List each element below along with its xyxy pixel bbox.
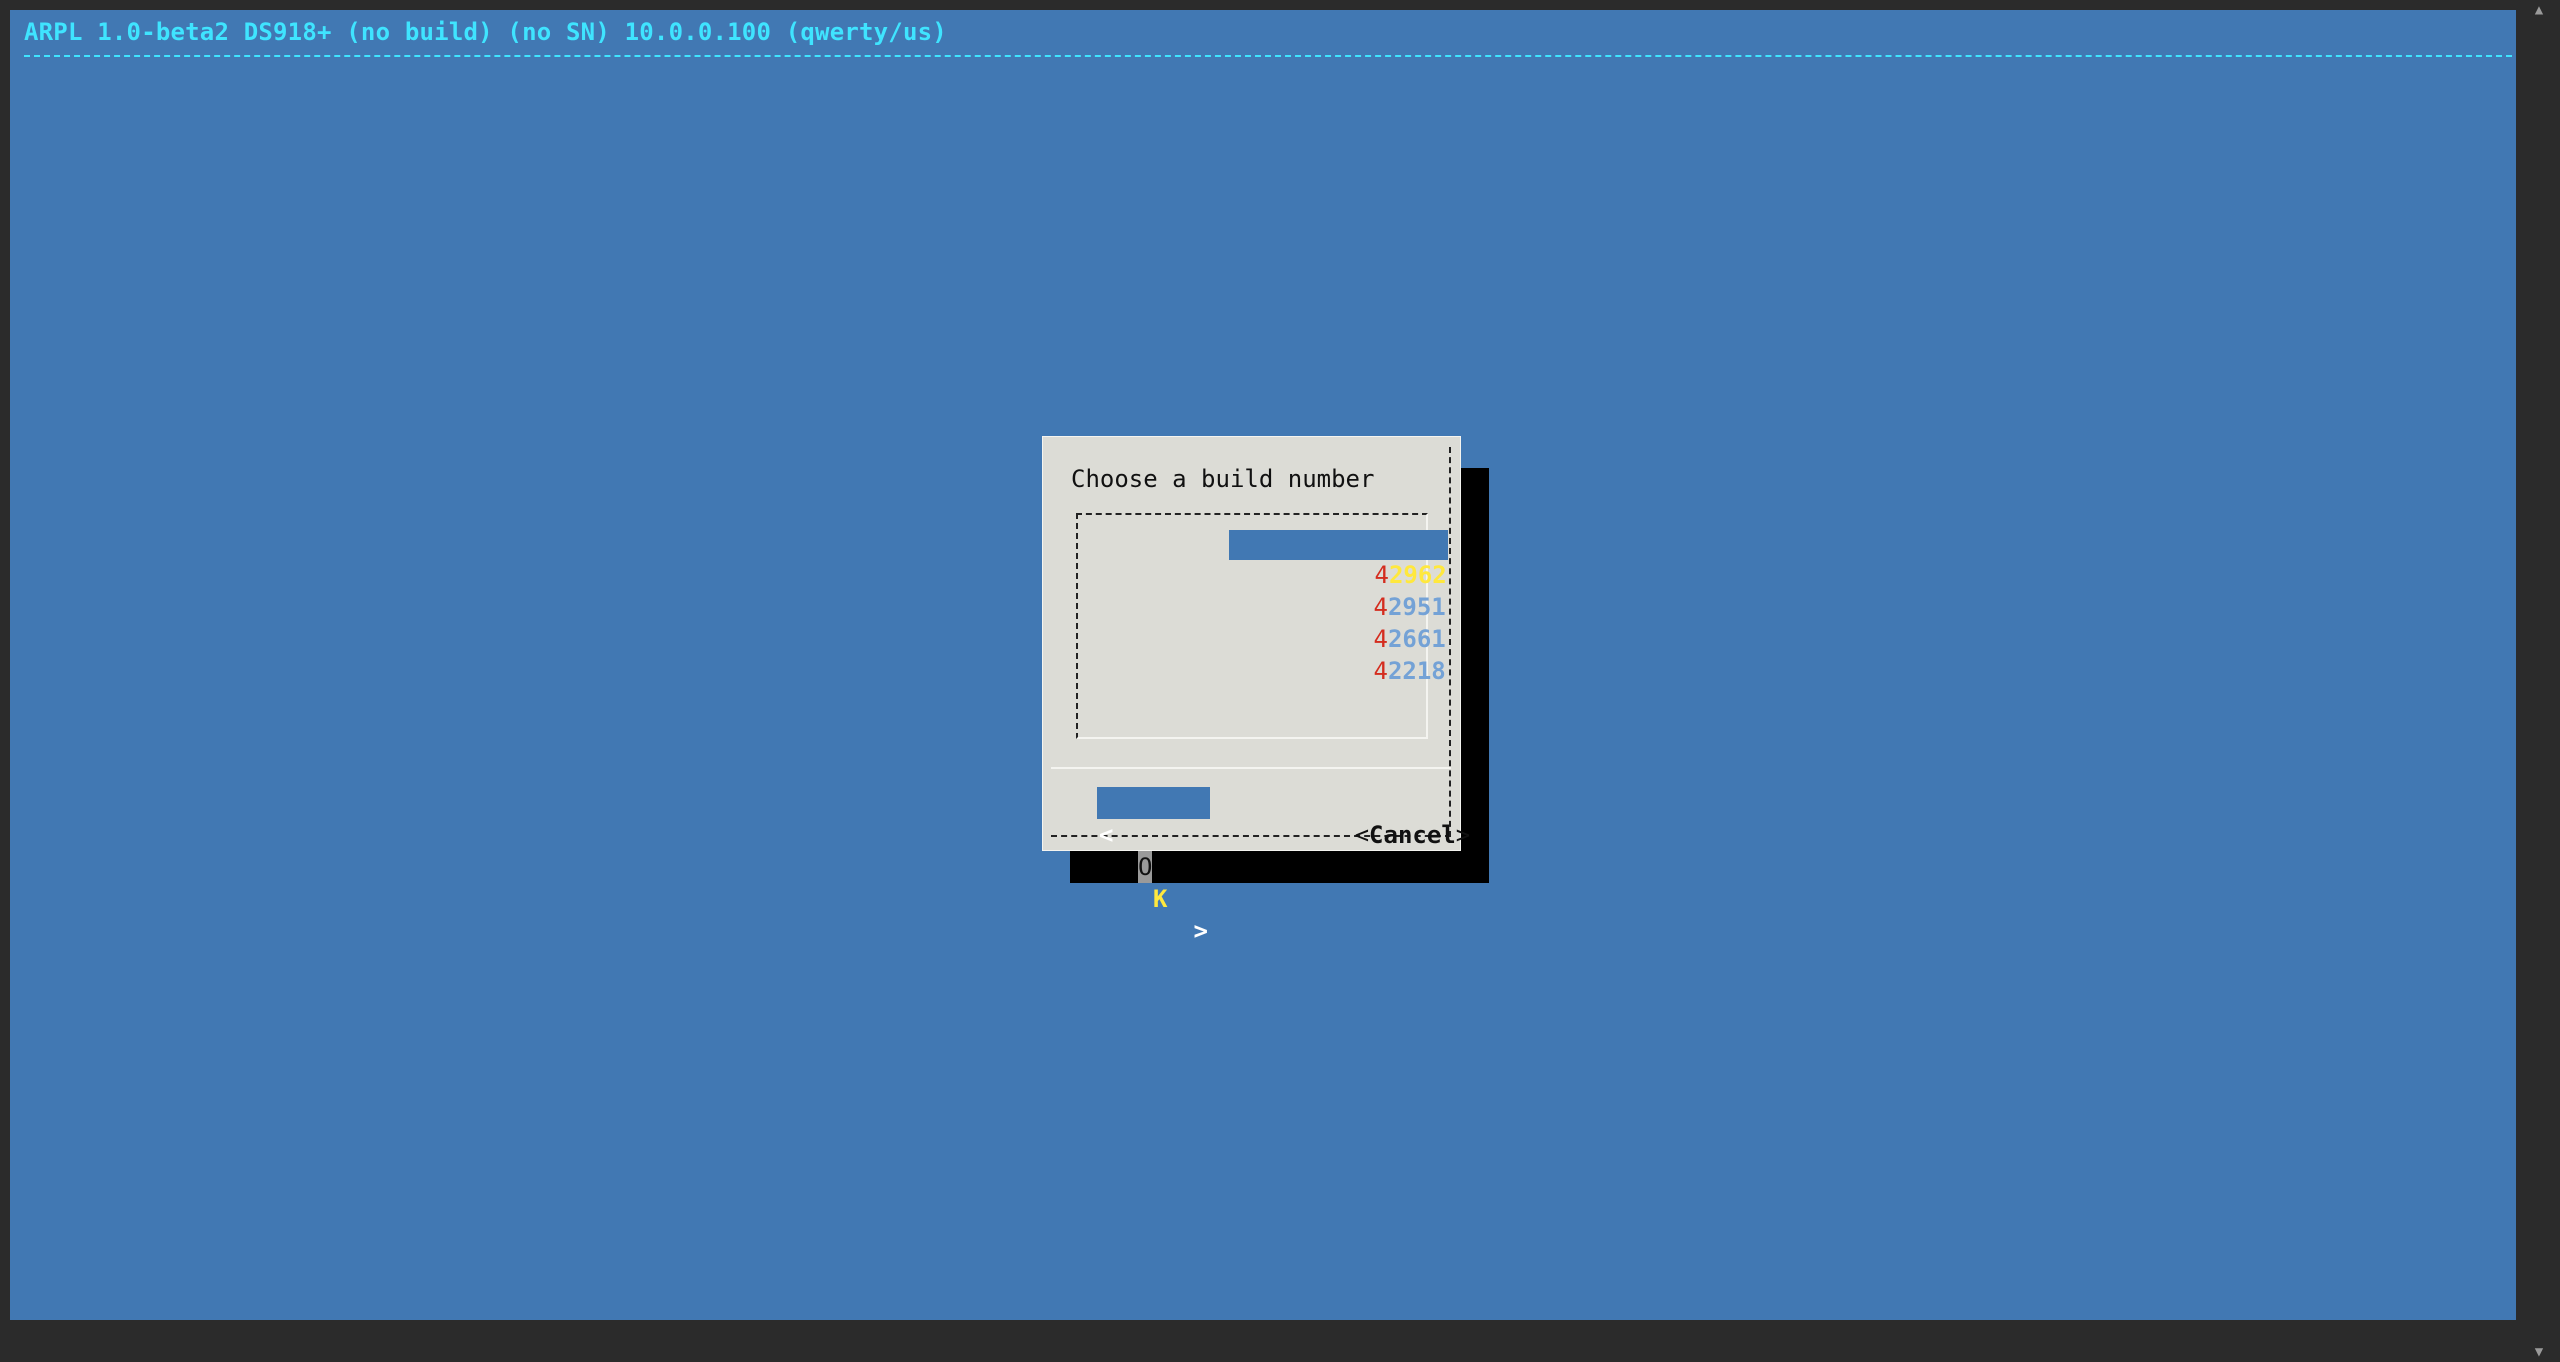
menu-list: 42962 42951 42661 42218 (1076, 513, 1448, 739)
terminal-screen: ARPL 1.0-beta2 DS918+ (no build) (no SN)… (10, 10, 2516, 1320)
menu-item-build-42218[interactable]: 42218 (1229, 626, 1446, 685)
triangle-down-icon[interactable]: ▼ (2518, 1344, 2560, 1360)
ok-label-rest: K (1153, 885, 1168, 913)
menu-item-label: 2218 (1387, 657, 1446, 685)
menu-dialog: Choose a build number 42962 42951 42661 … (1042, 436, 1470, 945)
backtitle: ARPL 1.0-beta2 DS918+ (no build) (no SN)… (24, 18, 947, 46)
cancel-button[interactable]: <Cancel> (1239, 787, 1471, 849)
vertical-scrollbar[interactable]: ▲ ▼ (2518, 0, 2560, 1362)
cancel-right-bracket: > (1455, 821, 1471, 849)
ok-left-bracket: < (1099, 821, 1114, 849)
cancel-label: Cancel (1369, 821, 1456, 849)
dialog-title: Choose a build number (1071, 465, 1375, 493)
ok-right-bracket: > (1193, 917, 1208, 945)
ok-button[interactable]: < O K > (1097, 787, 1210, 945)
ok-label-hotkey: O (1138, 851, 1153, 883)
menu-item-build-42951[interactable]: 42951 (1229, 562, 1446, 621)
window-frame: ARPL 1.0-beta2 DS918+ (no build) (no SN)… (0, 0, 2560, 1362)
menu-item-build-42962[interactable]: 42962 (1229, 530, 1448, 589)
button-separator (1051, 767, 1451, 769)
backtitle-rule (24, 55, 2512, 57)
triangle-up-icon[interactable]: ▲ (2518, 2, 2560, 18)
cancel-left-bracket: < (1354, 821, 1370, 849)
menu-item-build-42661[interactable]: 42661 (1229, 594, 1446, 653)
menu-item-hotkey: 4 (1373, 657, 1388, 685)
